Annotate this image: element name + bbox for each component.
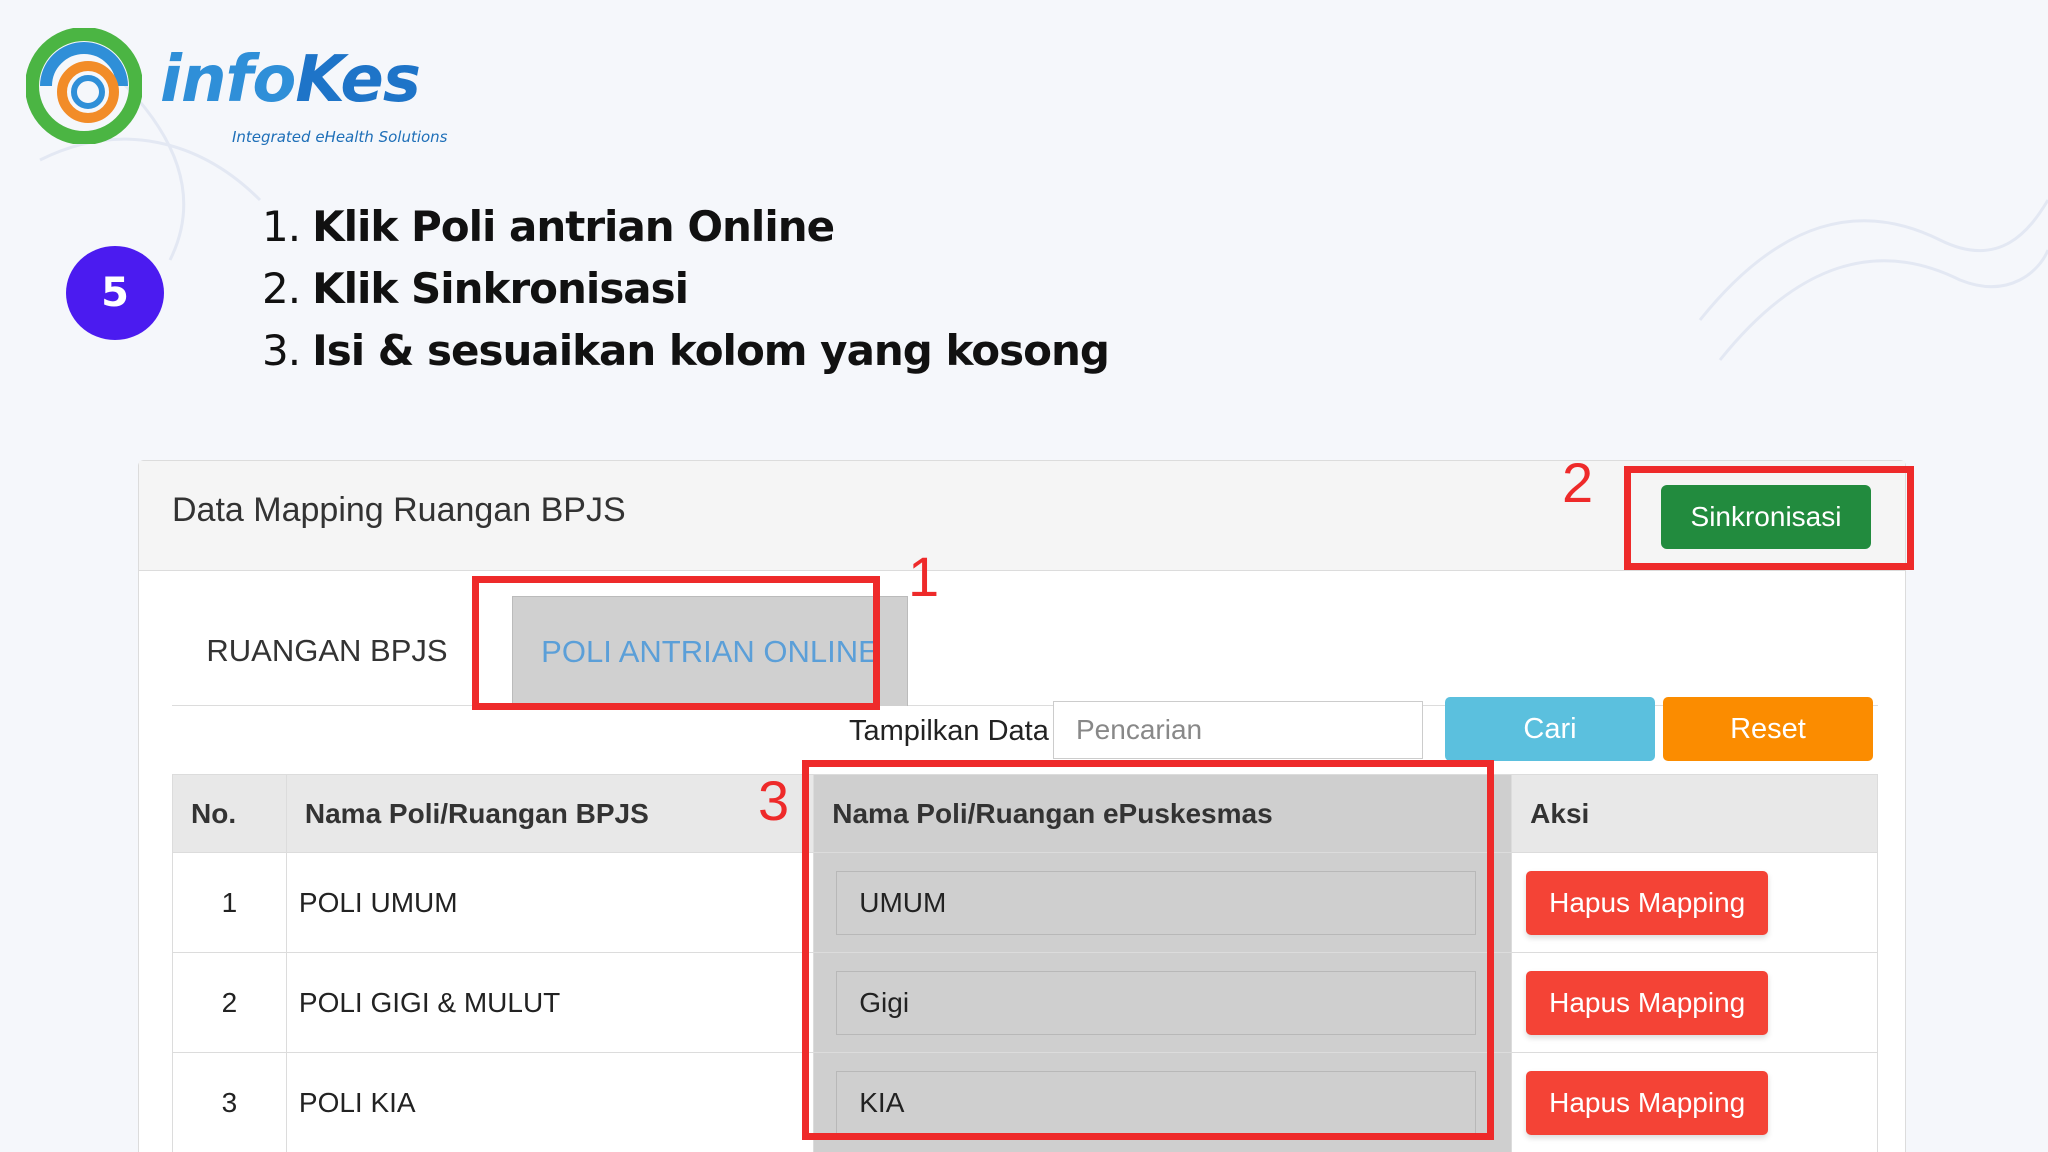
logo-ring-icon — [25, 27, 143, 145]
action-cell: Hapus Mapping — [1511, 1052, 1878, 1152]
search-input[interactable] — [1053, 701, 1423, 759]
hapus-mapping-button[interactable]: Hapus Mapping — [1526, 1070, 1769, 1135]
action-cell: Hapus Mapping — [1511, 952, 1878, 1053]
instruction-number: 1. — [262, 202, 301, 251]
row-number: 2 — [172, 952, 287, 1053]
infokes-logo: infoKes Integrated eHealth Solutions — [25, 27, 448, 146]
annotation-number-3: 3 — [758, 769, 790, 832]
bpjs-room-name: POLI KIA — [285, 1052, 815, 1152]
logo-word-kes: Kes — [295, 43, 421, 117]
tab-ruangan-bpjs[interactable]: RUANGAN BPJS — [172, 596, 482, 706]
bpjs-room-name: POLI GIGI & MULUT — [285, 952, 815, 1053]
reset-button[interactable]: Reset — [1663, 697, 1873, 761]
panel-title: Data Mapping Ruangan BPJS — [172, 491, 626, 529]
instruction-number: 3. — [262, 326, 301, 375]
annotation-box-sync — [1624, 466, 1914, 570]
column-header-bpjs: Nama Poli/Ruangan BPJS — [285, 774, 815, 853]
hapus-mapping-button[interactable]: Hapus Mapping — [1526, 970, 1769, 1035]
instruction-item: 1. Klik Poli antrian Online — [262, 196, 1109, 258]
instruction-list: 1. Klik Poli antrian Online 2. Klik Sinkro… — [262, 196, 1110, 382]
filter-label: Tampilkan Data — [849, 715, 1049, 747]
step-number-badge: 5 — [66, 246, 164, 340]
instruction-number: 2. — [262, 264, 301, 313]
instruction-text: Klik Poli antrian Online — [312, 202, 835, 251]
tab-bar: RUANGAN BPJS POLI ANTRIAN ONLINE — [172, 596, 1878, 706]
column-header-no: No. — [172, 774, 287, 853]
row-number: 3 — [172, 1052, 287, 1152]
logo-tagline: Integrated eHealth Solutions — [232, 128, 448, 146]
hapus-mapping-button[interactable]: Hapus Mapping — [1526, 870, 1769, 935]
instruction-text: Isi & sesuaikan kolom yang kosong — [312, 326, 1110, 375]
search-button[interactable]: Cari — [1445, 697, 1655, 761]
logo-word-info: info — [160, 43, 296, 117]
instruction-text: Klik Sinkronisasi — [312, 264, 689, 313]
column-header-aksi: Aksi — [1511, 774, 1878, 853]
instruction-item: 3. Isi & sesuaikan kolom yang kosong — [262, 320, 1110, 382]
annotation-number-2: 2 — [1562, 451, 1594, 514]
bpjs-room-name: POLI UMUM — [285, 852, 815, 953]
action-cell: Hapus Mapping — [1511, 852, 1878, 953]
instruction-item: 2. Klik Sinkronisasi — [262, 258, 1109, 320]
annotation-box-tab — [472, 576, 880, 710]
row-number: 1 — [172, 852, 287, 953]
annotation-number-1: 1 — [908, 545, 940, 608]
annotation-box-epuskesmas-column — [802, 760, 1494, 1140]
